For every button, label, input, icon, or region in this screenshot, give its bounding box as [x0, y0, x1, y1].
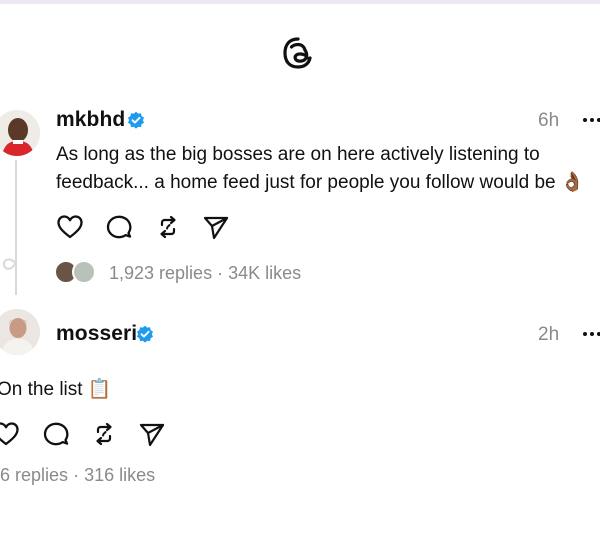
emoji: 📋: [87, 379, 112, 400]
repost-icon[interactable]: [90, 420, 118, 448]
verified-badge-icon: [128, 111, 144, 129]
heart-icon[interactable]: [56, 213, 84, 241]
comment-bubble-icon[interactable]: [42, 420, 70, 448]
send-icon[interactable]: [138, 420, 166, 448]
post-username[interactable]: mosseri: [56, 322, 137, 346]
likes-count[interactable]: 316 likes: [84, 465, 155, 485]
top-strip: [0, 0, 600, 4]
send-icon[interactable]: [202, 213, 230, 241]
post-time: 2h: [538, 324, 560, 345]
reply-avatar: [72, 260, 96, 284]
verified-badge-icon: [137, 325, 153, 343]
post-text-line: As long as the big bosses are on here ac…: [56, 144, 540, 165]
post-stats: 1,923 replies · 34K likes: [109, 263, 301, 284]
more-horizontal-icon[interactable]: [582, 117, 600, 123]
post-time: 6h: [538, 110, 560, 131]
replies-count[interactable]: 36 replies: [0, 465, 68, 485]
post-text-content: feedback... a home feed just for people …: [56, 172, 556, 193]
post-stats: 36 replies · 316 likes: [0, 465, 155, 486]
replies-count[interactable]: 1,923 replies: [109, 263, 212, 283]
more-horizontal-icon[interactable]: [582, 331, 600, 337]
post-text-line: On the list 📋: [0, 375, 112, 404]
separator: ·: [73, 465, 80, 485]
post-text-line: feedback... a home feed just for people …: [56, 168, 585, 197]
comment-bubble-icon[interactable]: [105, 213, 133, 241]
avatar-mkbhd[interactable]: [0, 110, 40, 156]
repost-icon[interactable]: [154, 213, 182, 241]
heart-icon[interactable]: [0, 420, 20, 448]
emoji: 👌🏾: [560, 172, 585, 193]
avatar-mosseri[interactable]: [0, 309, 40, 355]
separator: ·: [217, 263, 224, 283]
likes-count[interactable]: 34K likes: [228, 263, 301, 283]
post-username[interactable]: mkbhd: [56, 108, 125, 132]
thread-connector-curl: [2, 250, 17, 270]
threads-logo-icon[interactable]: [281, 36, 315, 70]
post-text-content: On the list: [0, 379, 83, 400]
